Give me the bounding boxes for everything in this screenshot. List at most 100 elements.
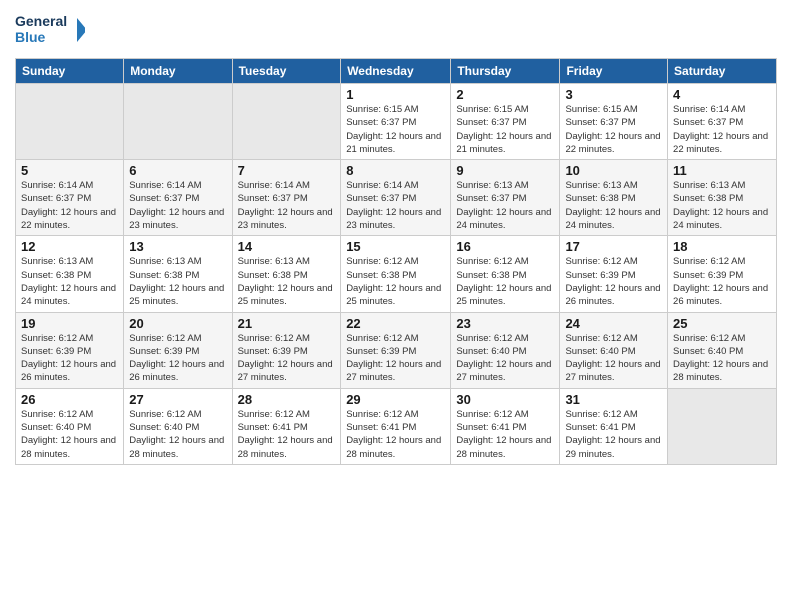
day-number: 31	[565, 392, 662, 407]
day-info: Sunrise: 6:13 AM Sunset: 6:38 PM Dayligh…	[238, 255, 336, 308]
calendar-cell: 3Sunrise: 6:15 AM Sunset: 6:37 PM Daylig…	[560, 84, 668, 160]
day-number: 25	[673, 316, 771, 331]
day-number: 22	[346, 316, 445, 331]
calendar-week-row: 5Sunrise: 6:14 AM Sunset: 6:37 PM Daylig…	[16, 160, 777, 236]
logo-svg: General Blue	[15, 10, 85, 50]
weekday-header: Thursday	[451, 59, 560, 84]
calendar-cell: 31Sunrise: 6:12 AM Sunset: 6:41 PM Dayli…	[560, 388, 668, 464]
calendar-cell: 21Sunrise: 6:12 AM Sunset: 6:39 PM Dayli…	[232, 312, 341, 388]
calendar-cell: 25Sunrise: 6:12 AM Sunset: 6:40 PM Dayli…	[668, 312, 777, 388]
calendar-cell: 5Sunrise: 6:14 AM Sunset: 6:37 PM Daylig…	[16, 160, 124, 236]
calendar-table: SundayMondayTuesdayWednesdayThursdayFrid…	[15, 58, 777, 465]
day-number: 16	[456, 239, 554, 254]
weekday-header: Sunday	[16, 59, 124, 84]
day-info: Sunrise: 6:13 AM Sunset: 6:38 PM Dayligh…	[129, 255, 226, 308]
calendar-cell: 27Sunrise: 6:12 AM Sunset: 6:40 PM Dayli…	[124, 388, 232, 464]
svg-text:Blue: Blue	[15, 29, 46, 45]
day-number: 7	[238, 163, 336, 178]
calendar-cell: 1Sunrise: 6:15 AM Sunset: 6:37 PM Daylig…	[341, 84, 451, 160]
calendar-week-row: 19Sunrise: 6:12 AM Sunset: 6:39 PM Dayli…	[16, 312, 777, 388]
day-number: 26	[21, 392, 118, 407]
day-info: Sunrise: 6:12 AM Sunset: 6:40 PM Dayligh…	[673, 332, 771, 385]
day-number: 27	[129, 392, 226, 407]
svg-text:General: General	[15, 13, 67, 29]
day-info: Sunrise: 6:12 AM Sunset: 6:38 PM Dayligh…	[346, 255, 445, 308]
calendar-cell: 7Sunrise: 6:14 AM Sunset: 6:37 PM Daylig…	[232, 160, 341, 236]
day-number: 28	[238, 392, 336, 407]
weekday-header: Monday	[124, 59, 232, 84]
day-info: Sunrise: 6:15 AM Sunset: 6:37 PM Dayligh…	[565, 103, 662, 156]
day-number: 10	[565, 163, 662, 178]
calendar-cell: 17Sunrise: 6:12 AM Sunset: 6:39 PM Dayli…	[560, 236, 668, 312]
calendar-cell: 19Sunrise: 6:12 AM Sunset: 6:39 PM Dayli…	[16, 312, 124, 388]
day-info: Sunrise: 6:14 AM Sunset: 6:37 PM Dayligh…	[129, 179, 226, 232]
day-info: Sunrise: 6:12 AM Sunset: 6:40 PM Dayligh…	[129, 408, 226, 461]
day-number: 14	[238, 239, 336, 254]
calendar-cell	[124, 84, 232, 160]
day-info: Sunrise: 6:12 AM Sunset: 6:40 PM Dayligh…	[565, 332, 662, 385]
calendar-cell	[16, 84, 124, 160]
day-info: Sunrise: 6:12 AM Sunset: 6:41 PM Dayligh…	[565, 408, 662, 461]
day-number: 3	[565, 87, 662, 102]
day-number: 20	[129, 316, 226, 331]
day-number: 1	[346, 87, 445, 102]
day-info: Sunrise: 6:15 AM Sunset: 6:37 PM Dayligh…	[456, 103, 554, 156]
calendar-cell: 23Sunrise: 6:12 AM Sunset: 6:40 PM Dayli…	[451, 312, 560, 388]
calendar-cell: 14Sunrise: 6:13 AM Sunset: 6:38 PM Dayli…	[232, 236, 341, 312]
day-info: Sunrise: 6:14 AM Sunset: 6:37 PM Dayligh…	[238, 179, 336, 232]
day-info: Sunrise: 6:12 AM Sunset: 6:40 PM Dayligh…	[21, 408, 118, 461]
calendar-page: General Blue SundayMondayTuesdayWednesda…	[0, 0, 792, 612]
day-number: 15	[346, 239, 445, 254]
calendar-cell: 6Sunrise: 6:14 AM Sunset: 6:37 PM Daylig…	[124, 160, 232, 236]
calendar-week-row: 12Sunrise: 6:13 AM Sunset: 6:38 PM Dayli…	[16, 236, 777, 312]
day-info: Sunrise: 6:13 AM Sunset: 6:37 PM Dayligh…	[456, 179, 554, 232]
day-number: 2	[456, 87, 554, 102]
day-info: Sunrise: 6:12 AM Sunset: 6:39 PM Dayligh…	[21, 332, 118, 385]
day-info: Sunrise: 6:12 AM Sunset: 6:38 PM Dayligh…	[456, 255, 554, 308]
calendar-cell	[668, 388, 777, 464]
day-info: Sunrise: 6:12 AM Sunset: 6:39 PM Dayligh…	[673, 255, 771, 308]
calendar-cell: 20Sunrise: 6:12 AM Sunset: 6:39 PM Dayli…	[124, 312, 232, 388]
calendar-cell: 24Sunrise: 6:12 AM Sunset: 6:40 PM Dayli…	[560, 312, 668, 388]
calendar-cell: 2Sunrise: 6:15 AM Sunset: 6:37 PM Daylig…	[451, 84, 560, 160]
day-info: Sunrise: 6:14 AM Sunset: 6:37 PM Dayligh…	[21, 179, 118, 232]
day-info: Sunrise: 6:14 AM Sunset: 6:37 PM Dayligh…	[346, 179, 445, 232]
day-info: Sunrise: 6:12 AM Sunset: 6:41 PM Dayligh…	[456, 408, 554, 461]
calendar-cell	[232, 84, 341, 160]
day-info: Sunrise: 6:12 AM Sunset: 6:39 PM Dayligh…	[565, 255, 662, 308]
weekday-header: Friday	[560, 59, 668, 84]
day-info: Sunrise: 6:12 AM Sunset: 6:39 PM Dayligh…	[346, 332, 445, 385]
day-info: Sunrise: 6:12 AM Sunset: 6:41 PM Dayligh…	[346, 408, 445, 461]
calendar-cell: 9Sunrise: 6:13 AM Sunset: 6:37 PM Daylig…	[451, 160, 560, 236]
calendar-cell: 16Sunrise: 6:12 AM Sunset: 6:38 PM Dayli…	[451, 236, 560, 312]
calendar-cell: 4Sunrise: 6:14 AM Sunset: 6:37 PM Daylig…	[668, 84, 777, 160]
calendar-cell: 15Sunrise: 6:12 AM Sunset: 6:38 PM Dayli…	[341, 236, 451, 312]
day-number: 13	[129, 239, 226, 254]
day-number: 30	[456, 392, 554, 407]
calendar-week-row: 26Sunrise: 6:12 AM Sunset: 6:40 PM Dayli…	[16, 388, 777, 464]
calendar-cell: 28Sunrise: 6:12 AM Sunset: 6:41 PM Dayli…	[232, 388, 341, 464]
calendar-cell: 13Sunrise: 6:13 AM Sunset: 6:38 PM Dayli…	[124, 236, 232, 312]
day-info: Sunrise: 6:12 AM Sunset: 6:39 PM Dayligh…	[238, 332, 336, 385]
day-number: 6	[129, 163, 226, 178]
day-info: Sunrise: 6:13 AM Sunset: 6:38 PM Dayligh…	[21, 255, 118, 308]
day-info: Sunrise: 6:12 AM Sunset: 6:39 PM Dayligh…	[129, 332, 226, 385]
day-number: 23	[456, 316, 554, 331]
weekday-header: Tuesday	[232, 59, 341, 84]
day-number: 4	[673, 87, 771, 102]
weekday-header: Wednesday	[341, 59, 451, 84]
calendar-cell: 22Sunrise: 6:12 AM Sunset: 6:39 PM Dayli…	[341, 312, 451, 388]
day-info: Sunrise: 6:12 AM Sunset: 6:41 PM Dayligh…	[238, 408, 336, 461]
day-number: 18	[673, 239, 771, 254]
calendar-cell: 18Sunrise: 6:12 AM Sunset: 6:39 PM Dayli…	[668, 236, 777, 312]
day-number: 29	[346, 392, 445, 407]
day-number: 24	[565, 316, 662, 331]
calendar-cell: 8Sunrise: 6:14 AM Sunset: 6:37 PM Daylig…	[341, 160, 451, 236]
weekday-header-row: SundayMondayTuesdayWednesdayThursdayFrid…	[16, 59, 777, 84]
day-number: 21	[238, 316, 336, 331]
day-info: Sunrise: 6:15 AM Sunset: 6:37 PM Dayligh…	[346, 103, 445, 156]
calendar-cell: 11Sunrise: 6:13 AM Sunset: 6:38 PM Dayli…	[668, 160, 777, 236]
day-info: Sunrise: 6:13 AM Sunset: 6:38 PM Dayligh…	[673, 179, 771, 232]
day-number: 12	[21, 239, 118, 254]
day-info: Sunrise: 6:13 AM Sunset: 6:38 PM Dayligh…	[565, 179, 662, 232]
